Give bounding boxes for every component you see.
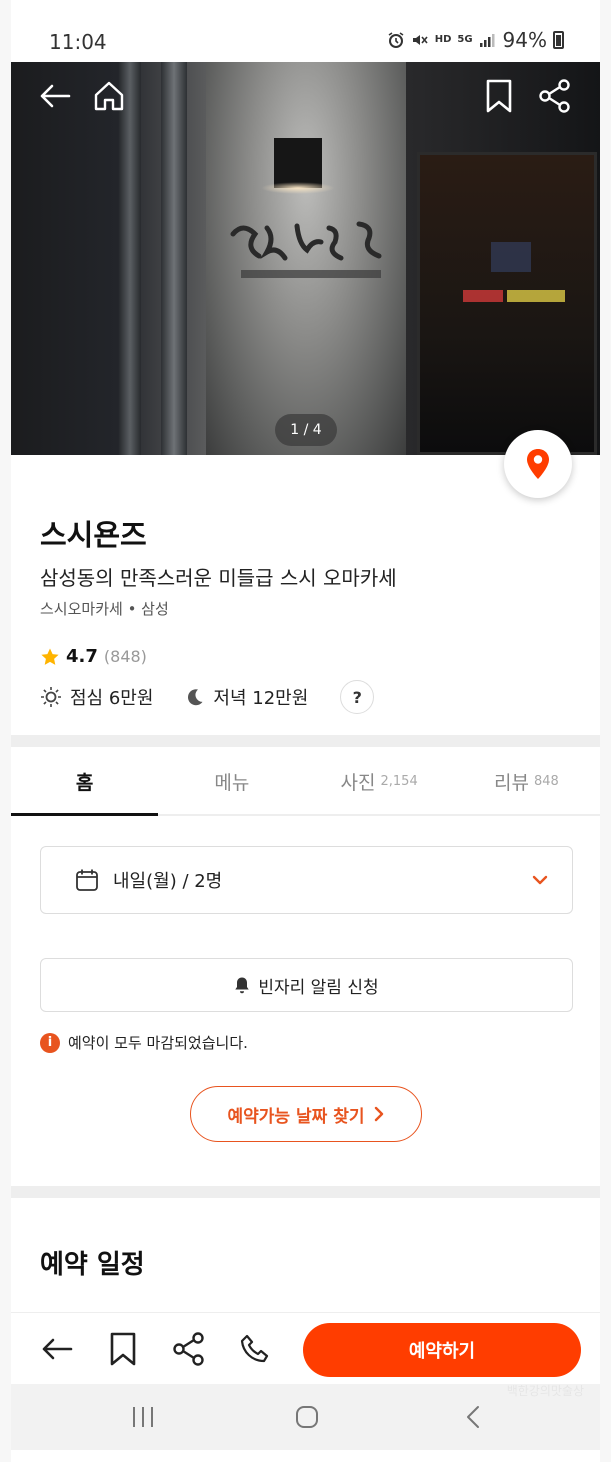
chevron-right-icon bbox=[375, 1106, 384, 1122]
sun-icon bbox=[41, 687, 61, 707]
tab-photos[interactable]: 사진 2,154 bbox=[306, 748, 453, 814]
hd-voice-icon: HD bbox=[434, 34, 452, 45]
reserve-button[interactable]: 예약하기 bbox=[303, 1323, 581, 1377]
battery-percent: 94% bbox=[502, 28, 547, 52]
vacancy-alert-label: 빈자리 알림 신청 bbox=[258, 977, 379, 998]
screen-edge-left bbox=[0, 0, 11, 1462]
phone-icon bbox=[240, 1334, 269, 1363]
notice-text: 예약이 모두 마감되었습니다. bbox=[68, 1034, 248, 1052]
price-help-button[interactable]: ? bbox=[340, 680, 375, 714]
system-navigation-bar: 백한강의맛술상 bbox=[11, 1384, 600, 1450]
photo-neon bbox=[463, 290, 503, 302]
tab-count: 848 bbox=[533, 773, 559, 789]
restaurant-photo[interactable]: 1 / 4 bbox=[11, 62, 600, 455]
tab-label: 사진 bbox=[340, 771, 376, 794]
tab-home[interactable]: 홈 bbox=[11, 748, 159, 816]
tab-bar: 홈 메뉴 사진 2,154 리뷰 848 bbox=[11, 748, 600, 816]
photo-pipe bbox=[161, 62, 187, 455]
section-divider bbox=[11, 1186, 600, 1198]
rating-count: (848) bbox=[103, 647, 147, 666]
photo-window bbox=[417, 152, 597, 455]
booking-closed-notice: i 예약이 모두 마감되었습니다. bbox=[40, 1032, 248, 1053]
date-selection-label: 내일(월) / 2명 bbox=[113, 871, 223, 892]
vacancy-alert-button[interactable]: 빈자리 알림 신청 bbox=[40, 958, 573, 1012]
calendar-icon bbox=[76, 869, 98, 891]
share-icon bbox=[173, 1332, 204, 1366]
arrow-left-icon bbox=[40, 84, 71, 108]
photo-neon bbox=[507, 290, 565, 302]
map-pin-icon bbox=[527, 449, 549, 479]
rating[interactable]: 4.7 (848) bbox=[40, 646, 147, 667]
arrow-left-icon bbox=[42, 1338, 73, 1360]
status-icons: HD 5G 94% bbox=[387, 28, 564, 52]
bottom-bookmark-button[interactable] bbox=[103, 1329, 143, 1369]
bookmark-icon bbox=[110, 1332, 136, 1366]
system-home-button[interactable] bbox=[287, 1402, 327, 1432]
find-available-dates-button[interactable]: 예약가능 날짜 찾기 bbox=[190, 1086, 422, 1142]
price-info: 점심 6만원 저녁 12만원 ? bbox=[40, 680, 375, 714]
photo-lamp-glow bbox=[261, 182, 335, 194]
recent-apps-icon bbox=[133, 1407, 153, 1427]
home-icon bbox=[94, 81, 124, 111]
screen-edge-right bbox=[600, 0, 611, 1462]
photo-restaurant-sign bbox=[230, 221, 382, 278]
chevron-left-icon bbox=[467, 1406, 479, 1428]
recent-apps-button[interactable] bbox=[123, 1402, 163, 1432]
mute-icon bbox=[412, 35, 428, 45]
chevron-down-icon bbox=[532, 875, 548, 885]
restaurant-category: 스시오마카세 • 삼성 bbox=[40, 600, 169, 618]
find-dates-label: 예약가능 날짜 찾기 bbox=[227, 1106, 365, 1127]
call-button[interactable] bbox=[235, 1329, 275, 1369]
screen: 11:04 HD 5G 94% 1 / 4 스시욘즈 삼성동의 만족스러운 미들… bbox=[0, 0, 611, 1462]
date-party-selector[interactable]: 내일(월) / 2명 bbox=[40, 846, 573, 914]
home-circle-icon bbox=[296, 1406, 318, 1428]
lunch-price: 점심 6만원 bbox=[40, 684, 153, 710]
tab-reviews[interactable]: 리뷰 848 bbox=[453, 748, 600, 814]
bell-icon bbox=[235, 977, 250, 994]
watermark: 백한강의맛술상 bbox=[506, 1384, 584, 1398]
bottom-action-bar: 예약하기 bbox=[11, 1312, 600, 1384]
restaurant-description: 삼성동의 만족스러운 미들급 스시 오마카세 bbox=[40, 566, 397, 590]
photo-pipe bbox=[119, 62, 141, 455]
tab-count: 2,154 bbox=[380, 773, 418, 789]
signal-icon bbox=[479, 34, 495, 47]
photo-lamp bbox=[274, 138, 322, 188]
tab-menu[interactable]: 메뉴 bbox=[158, 748, 305, 814]
section-divider bbox=[11, 735, 600, 747]
tab-label: 홈 bbox=[75, 771, 94, 794]
alarm-icon bbox=[388, 32, 404, 48]
photo-neon bbox=[491, 242, 531, 272]
share-icon bbox=[539, 79, 570, 113]
5g-icon: 5G bbox=[457, 34, 473, 45]
lunch-price-label: 점심 6만원 bbox=[70, 688, 154, 709]
section-title: 예약 일정 bbox=[40, 1250, 145, 1280]
bottom-back-button[interactable] bbox=[37, 1329, 77, 1369]
bookmark-button[interactable] bbox=[479, 76, 519, 116]
bottom-share-button[interactable] bbox=[169, 1329, 209, 1369]
map-button[interactable] bbox=[504, 430, 572, 498]
bookmark-icon bbox=[486, 79, 512, 113]
restaurant-name: 스시욘즈 bbox=[40, 518, 147, 552]
status-time: 11:04 bbox=[49, 30, 107, 54]
back-button[interactable] bbox=[35, 76, 75, 116]
home-button[interactable] bbox=[89, 76, 129, 116]
tab-label: 리뷰 bbox=[493, 771, 529, 794]
system-back-button[interactable] bbox=[453, 1402, 493, 1432]
info-icon: i bbox=[40, 1032, 60, 1053]
dinner-price-label: 저녁 12만원 bbox=[213, 688, 309, 709]
moon-icon bbox=[188, 689, 203, 706]
dinner-price: 저녁 12만원 bbox=[185, 684, 308, 710]
star-icon bbox=[41, 648, 59, 665]
battery-icon bbox=[553, 31, 564, 49]
rating-score: 4.7 bbox=[66, 646, 98, 667]
status-bar: 11:04 HD 5G 94% bbox=[11, 0, 600, 62]
photo-counter: 1 / 4 bbox=[275, 414, 337, 446]
share-button[interactable] bbox=[535, 76, 575, 116]
tab-label: 메뉴 bbox=[214, 771, 250, 794]
